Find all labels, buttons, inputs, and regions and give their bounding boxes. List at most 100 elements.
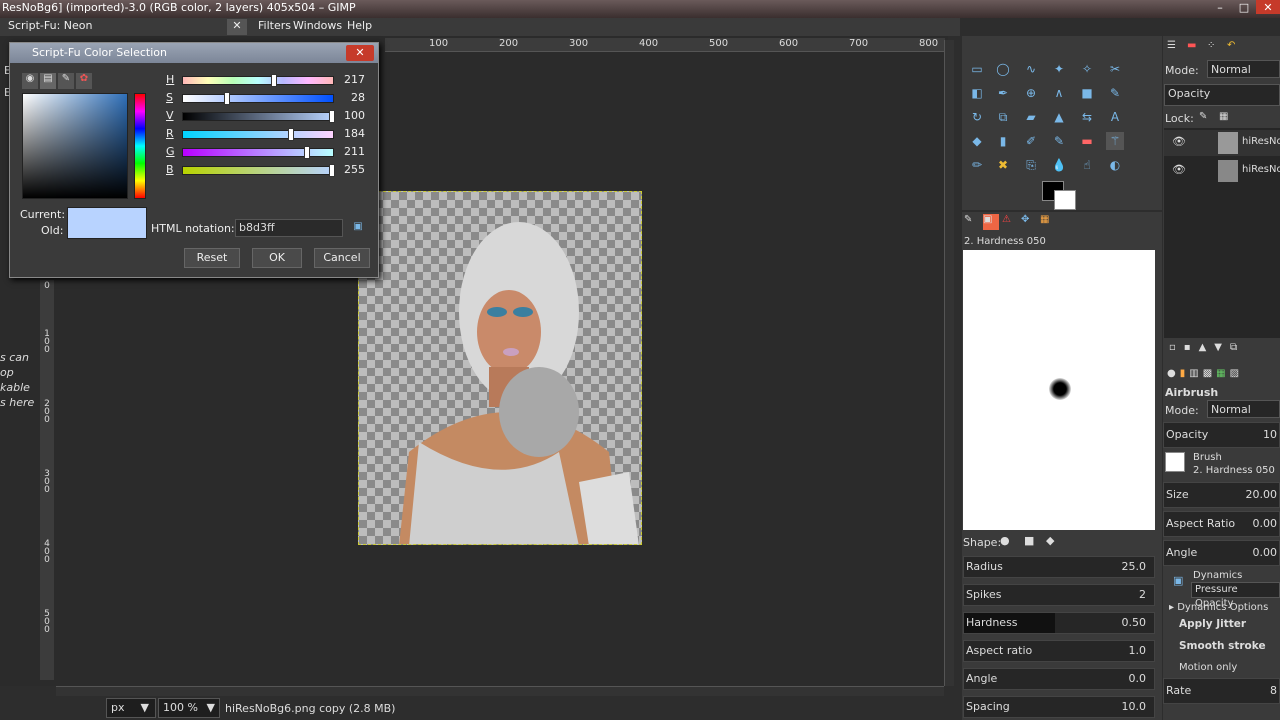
warning-icon[interactable]: ⚠ [1002,214,1018,230]
spikes-slider[interactable]: Spikes 2 [963,584,1155,606]
dodge-icon[interactable]: ◐ [1106,156,1124,174]
slider-track[interactable] [182,164,335,177]
size-slider[interactable]: Size 20.00 [1163,482,1280,508]
layer-mode-select[interactable]: Normal [1207,60,1280,78]
dynamics-select[interactable]: Pressure Opacity [1191,582,1280,609]
eye-icon[interactable]: 👁 [1172,135,1186,148]
channels-tab-icon[interactable]: ▬ [1187,40,1203,54]
pattern-tab-icon[interactable]: ▣ [983,214,999,230]
shear-icon[interactable]: ▰ [1022,108,1040,126]
cancel-button[interactable]: Cancel [314,248,370,268]
eraser-icon[interactable]: ▬ [1078,132,1096,150]
saturation-value-square[interactable] [22,93,128,199]
clone-icon[interactable]: ⎘ [1022,156,1040,174]
rect-select-icon[interactable]: ▭ [968,60,986,78]
aspect-ratio-slider[interactable]: Aspect Ratio 0.00 [1163,511,1280,537]
slider-s[interactable]: S 28 [155,91,367,107]
gradient-tab-icon[interactable]: ▦ [1040,214,1056,230]
fuzzy-select-icon[interactable]: ✦ [1050,60,1068,78]
dynamics-options-expander[interactable]: ▸ Dynamics Options [1169,602,1268,613]
square-shape-icon[interactable]: ■ [1024,534,1034,547]
paths-tab-icon[interactable]: ⁘ [1207,40,1223,54]
diamond-shape-icon[interactable]: ◆ [1046,534,1054,547]
zoom-icon[interactable]: ⊕ [1022,84,1040,102]
measure-icon[interactable]: ∧ [1050,84,1068,102]
slider-value[interactable]: 100 [341,109,365,122]
slider-track[interactable] [182,92,334,105]
ink-icon[interactable]: ✏ [968,156,986,174]
neon-close-icon[interactable]: ✕ [227,19,247,35]
color-wheel-icon[interactable]: ✿ [76,73,92,89]
dynamics-icon[interactable]: ▣ [1173,574,1183,587]
tool-options-tab-icon[interactable]: ● [1167,368,1176,379]
image-canvas[interactable] [358,191,642,545]
rotate-icon[interactable]: ↻ [968,108,986,126]
slider-handle[interactable] [223,92,230,105]
unit-select[interactable]: px ▼ [106,698,156,718]
colors-tab-icon[interactable]: ▦ [1216,368,1225,379]
slider-handle[interactable] [329,164,335,177]
blur-icon[interactable]: 💧 [1050,156,1068,174]
bucket-fill-icon[interactable]: ◆ [968,132,986,150]
maximize-button[interactable]: □ [1232,0,1256,14]
pencil-icon[interactable]: ✐ [1022,132,1040,150]
color-select-icon[interactable]: ✧ [1078,60,1096,78]
slider-track[interactable] [182,74,334,87]
slider-g[interactable]: G 211 [155,145,367,161]
brush-thumbnail[interactable] [1165,452,1185,472]
brush-tab-icon[interactable]: ✎ [964,214,980,230]
slider-value[interactable]: 217 [341,73,365,86]
aspect-ratio-slider[interactable]: Aspect ratio 1.0 [963,640,1155,662]
layer-opacity-field[interactable]: Opacity [1164,84,1280,106]
printer-icon[interactable]: ▤ [40,73,56,89]
window-close-button[interactable]: ✕ [1256,0,1280,14]
slider-h[interactable]: H 217 [155,73,367,89]
slider-handle[interactable] [270,74,277,87]
lock-alpha-icon[interactable]: ▦ [1219,111,1228,122]
align-icon[interactable]: ✎ [1106,84,1124,102]
hue-strip[interactable] [134,93,146,199]
images-tab-icon[interactable]: ▥ [1189,368,1198,379]
patterns-tab-icon[interactable]: ▨ [1230,368,1239,379]
undo-tab-icon[interactable]: ↶ [1227,40,1243,54]
move-tab-icon[interactable]: ✥ [1021,214,1037,230]
heal-icon[interactable]: ✖ [994,156,1012,174]
motion-only-checkbox[interactable]: Motion only [1179,662,1237,673]
eyedropper-icon[interactable]: ▣ [350,221,366,237]
slider-value[interactable]: 184 [341,127,365,140]
angle-slider[interactable]: Angle 0.0 [963,668,1155,690]
free-select-icon[interactable]: ∿ [1022,60,1040,78]
menu-filters[interactable]: Filters [258,19,291,32]
paths-icon[interactable]: ✒ [994,84,1012,102]
brush-icon[interactable]: ✎ [58,73,74,89]
ok-button[interactable]: OK [252,248,302,268]
spacing-slider[interactable]: Spacing 10.0 [963,696,1155,718]
slider-track[interactable] [182,128,334,141]
layer-row[interactable]: 👁 hiResNoE [1164,130,1280,156]
device-tab-icon[interactable]: ▮ [1180,368,1186,379]
apply-jitter-checkbox[interactable]: Apply Jitter [1179,618,1246,630]
menu-help[interactable]: Help [347,19,372,32]
scissors-icon[interactable]: ✂ [1106,60,1124,78]
move-icon[interactable]: ■ [1078,84,1096,102]
scale-icon[interactable]: ⧉ [994,108,1012,126]
new-layer-icon[interactable]: ▫ [1169,342,1176,353]
horizontal-scrollbar[interactable] [56,686,944,696]
raise-layer-icon[interactable]: ▲ [1199,342,1207,353]
ellipse-select-icon[interactable]: ◯ [994,60,1012,78]
slider-value[interactable]: 255 [341,163,365,176]
lock-pixels-icon[interactable]: ✎ [1199,111,1207,122]
slider-handle[interactable] [288,128,295,141]
gradient-icon[interactable]: ▮ [994,132,1012,150]
slider-handle[interactable] [329,110,335,123]
rate-slider[interactable]: Rate 8 [1163,678,1280,704]
airbrush-icon[interactable]: ⚚ [1106,132,1124,150]
new-group-icon[interactable]: ▪ [1184,342,1191,353]
lower-layer-icon[interactable]: ▼ [1214,342,1222,353]
slider-value[interactable]: 211 [341,145,365,158]
flip-icon[interactable]: ⇆ [1078,108,1096,126]
palettes-tab-icon[interactable]: ▩ [1203,368,1212,379]
background-color-swatch[interactable] [1054,190,1076,210]
tool-mode-select[interactable]: Normal [1207,400,1280,418]
paintbrush-icon[interactable]: ✎ [1050,132,1068,150]
